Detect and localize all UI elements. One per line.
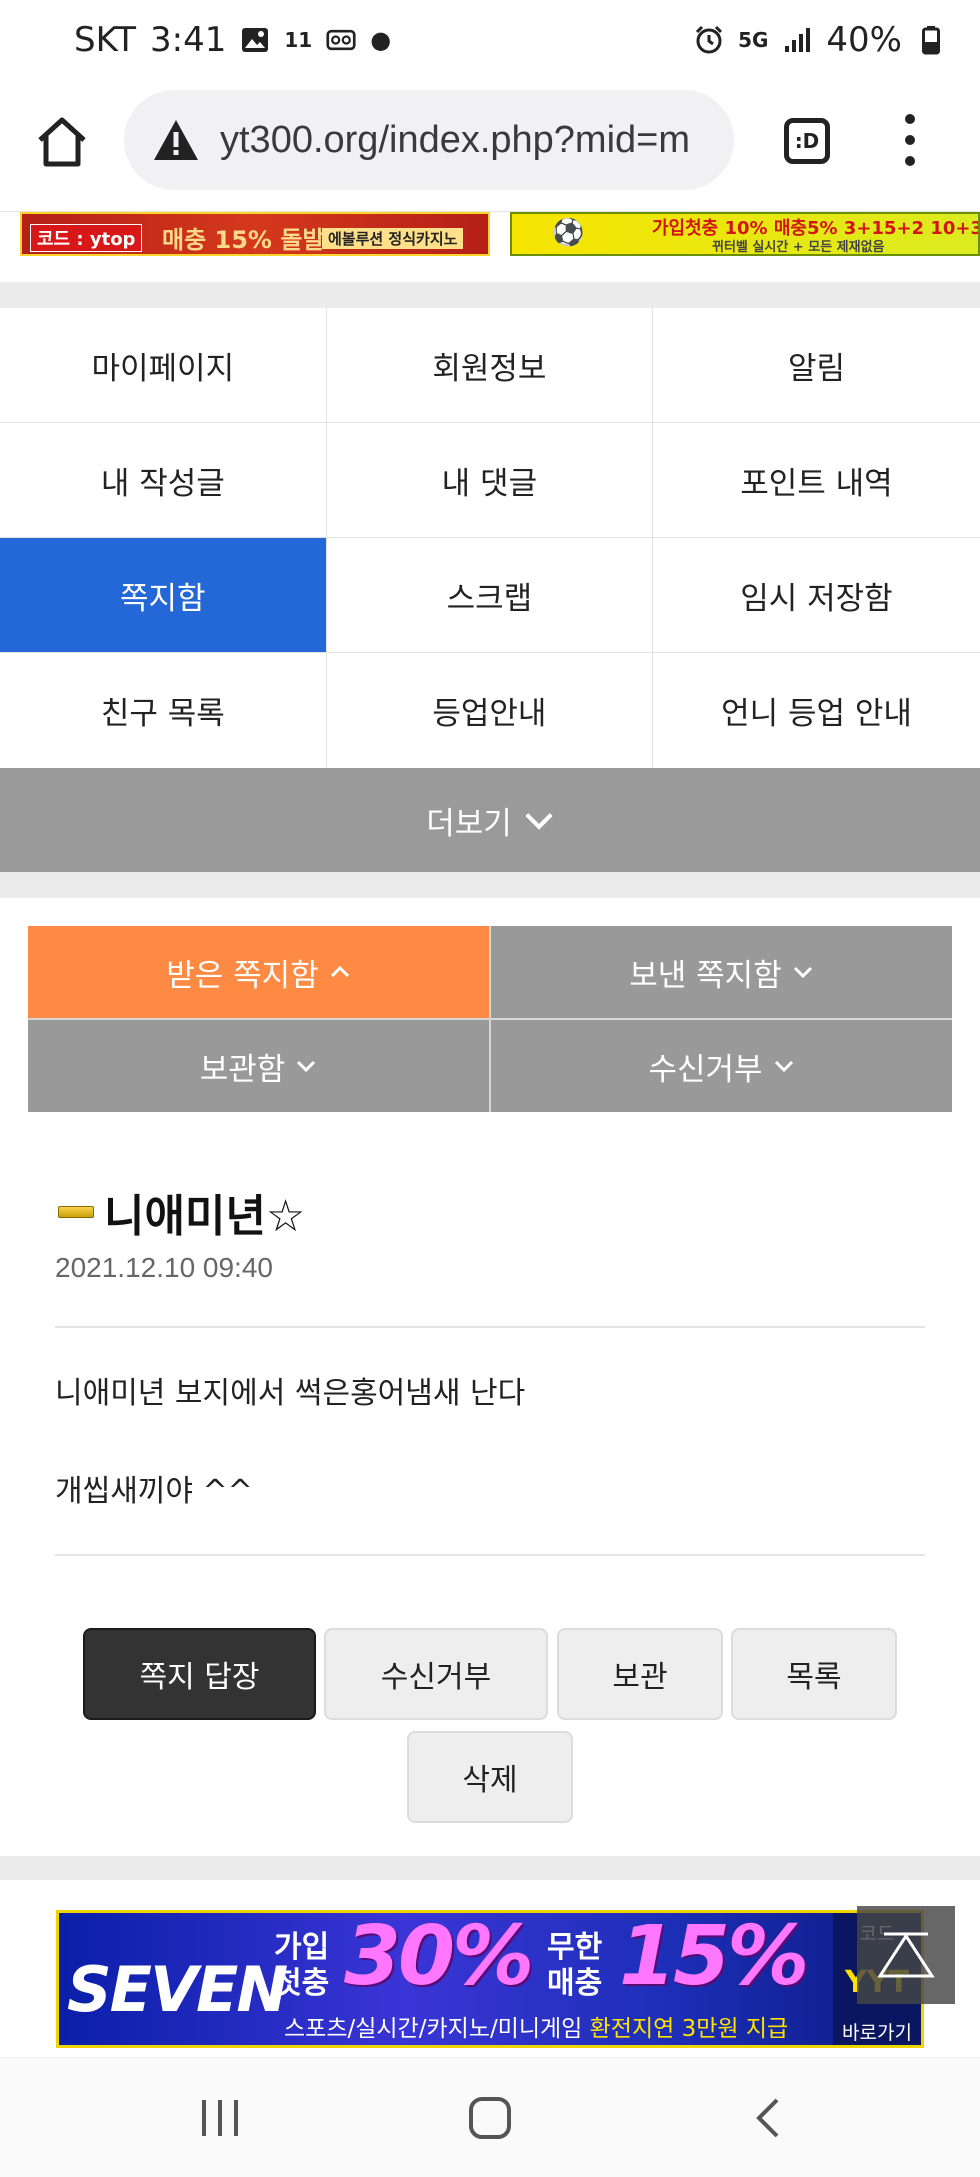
level-icon — [58, 1206, 94, 1218]
menu-item-drafts[interactable]: 임시 저장함 — [653, 538, 980, 652]
address-bar[interactable]: yt300.org/index.php?mid=m — [124, 90, 734, 190]
browser-toolbar: yt300.org/index.php?mid=m :D — [0, 84, 980, 212]
tab-blocked-label: 수신거부 — [648, 1051, 763, 1088]
status-bar: SKT 3:41 11 ● 5G 40% — [0, 0, 980, 84]
warning-icon[interactable] — [152, 118, 200, 162]
message-line: 니애미년 보지에서 썩은홍어냄새 난다 — [55, 1376, 526, 1411]
recents-icon[interactable] — [188, 2086, 252, 2150]
tab-stored[interactable]: 보관함 — [28, 1020, 489, 1112]
menu-item-member-info[interactable]: 회원정보 — [326, 308, 654, 422]
menu-item-messages[interactable]: 쪽지함 — [0, 538, 327, 652]
sender[interactable]: 니애미년☆ — [58, 1180, 305, 1244]
home-icon[interactable] — [34, 114, 90, 170]
dot-icon: ● — [370, 26, 392, 54]
bottom-banner[interactable]: SEVEN 가입 첫충 30% 무한 매충 15% 스포츠/실시간/카지노/미니… — [56, 1910, 924, 2048]
back-icon[interactable] — [736, 2086, 800, 2150]
banner-sub-right: 뀌터벨 실시간 + 모든 제재없음 — [712, 240, 885, 255]
message-body: 니애미년 보지에서 썩은홍어냄새 난다 개씹새끼야 ^^ — [55, 1370, 925, 1566]
menu-item-points[interactable]: 포인트 내역 — [653, 423, 980, 537]
banner-sub-text: 스포츠/실시간/카지노/미니게임 — [284, 2016, 583, 2042]
chevron-down-icon — [793, 966, 812, 979]
menu-row: 내 작성글 내 댓글 포인트 내역 — [0, 423, 980, 538]
tabs-button[interactable]: :D — [784, 118, 830, 164]
menu-item-scrap[interactable]: 스크랩 — [326, 538, 654, 652]
menu-item-my-comments[interactable]: 내 댓글 — [326, 423, 654, 537]
banner-pct1: 30% — [344, 1910, 534, 2004]
store-button[interactable]: 보관 — [557, 1628, 723, 1720]
banner-first: 첫충 — [274, 1966, 330, 2001]
tab-sent[interactable]: 보낸 쪽지함 — [491, 926, 952, 1018]
banner-pct2: 15% — [619, 1910, 809, 2004]
message-tabs: 받은 쪽지함 보낸 쪽지함 보관함 수신거부 — [28, 926, 952, 1112]
url-text[interactable]: yt300.org/index.php?mid=m — [220, 119, 690, 162]
system-nav-bar — [0, 2057, 980, 2177]
menu-item-sister-levelup[interactable]: 언니 등업 안내 — [653, 653, 980, 768]
more-label: 더보기 — [426, 805, 512, 842]
separator — [0, 1856, 980, 1880]
reply-button[interactable]: 쪽지 답장 — [83, 1628, 316, 1720]
sender-name[interactable]: 니애미년☆ — [104, 1180, 305, 1244]
voicemail-icon — [326, 25, 356, 55]
banner-sub-highlight: 환전지연 3만원 지급 — [589, 2016, 789, 2042]
chevron-up-icon — [330, 965, 349, 978]
banner-unlimited: 무한 — [547, 1930, 603, 1965]
triangle-up-icon — [877, 1932, 935, 1978]
message-date: 2021.12.10 09:40 — [55, 1252, 273, 1283]
separator — [0, 282, 980, 308]
more-button[interactable]: 더보기 — [0, 768, 980, 872]
banner-subtitle: 스포츠/실시간/카지노/미니게임 환전지연 3만원 지급 — [284, 2009, 788, 2043]
network-type: 5G — [738, 28, 769, 52]
chevron-down-icon — [774, 1060, 793, 1073]
carrier-label: SKT — [74, 20, 137, 60]
home-nav-icon[interactable] — [458, 2086, 522, 2150]
list-button[interactable]: 목록 — [731, 1628, 897, 1720]
banner-signup: 가입 — [274, 1930, 330, 1965]
banner-ball-icon: ⚽ — [552, 218, 585, 248]
chevron-down-icon — [525, 813, 553, 830]
delete-button[interactable]: 삭제 — [407, 1731, 573, 1823]
notification-badge: 11 — [284, 28, 313, 52]
menu-row: 마이페이지 회원정보 알림 — [0, 308, 980, 423]
brand-logo: SEVEN — [67, 1953, 288, 2026]
menu-item-friends[interactable]: 친구 목록 — [0, 653, 327, 768]
battery-percent: 40% — [826, 20, 902, 60]
gallery-icon — [240, 25, 270, 55]
tab-received-label: 받은 쪽지함 — [166, 957, 319, 994]
tab-received[interactable]: 받은 쪽지함 — [28, 926, 489, 1018]
banner-code: 코드 : ytop — [30, 224, 143, 252]
menu-item-notifications[interactable]: 알림 — [653, 308, 980, 422]
mypage-menu: 마이페이지 회원정보 알림 내 작성글 내 댓글 포인트 내역 쪽지함 스크랩 … — [0, 308, 980, 768]
signal-icon — [782, 25, 812, 55]
alarm-icon — [694, 25, 724, 55]
tab-blocked[interactable]: 수신거부 — [491, 1020, 952, 1112]
chevron-down-icon — [297, 1060, 316, 1073]
battery-icon — [916, 25, 946, 55]
menu-item-mypage[interactable]: 마이페이지 — [0, 308, 327, 422]
scroll-top-button[interactable] — [857, 1906, 955, 2004]
menu-item-my-posts[interactable]: 내 작성글 — [0, 423, 327, 537]
top-banner-right[interactable]: ⚽ 가입첫충 10% 매충5% 3+15+2 10+3 뀌터벨 실시간 + 모든… — [510, 212, 980, 256]
block-button[interactable]: 수신거부 — [324, 1628, 548, 1720]
menu-row: 쪽지함 스크랩 임시 저장함 — [0, 538, 980, 653]
separator — [0, 872, 980, 898]
banner-tag: 에볼루션 정식카지노 — [322, 228, 464, 249]
overflow-menu-icon[interactable] — [898, 114, 922, 166]
divider — [55, 1554, 925, 1556]
clock: 3:41 — [150, 20, 227, 60]
message-line: 개씹새끼야 ^^ — [55, 1474, 253, 1509]
menu-row: 친구 목록 등업안내 언니 등업 안내 — [0, 653, 980, 768]
banner-go-label: 바로가기 — [842, 2022, 912, 2044]
tab-sent-label: 보낸 쪽지함 — [629, 957, 782, 994]
banner-reload: 매충 — [547, 1966, 603, 2001]
top-banner-left[interactable]: 코드 : ytop 매충 15% 돌발20% 에볼루션 정식카지노 — [20, 212, 490, 256]
tab-stored-label: 보관함 — [199, 1051, 286, 1088]
divider — [55, 1326, 925, 1328]
menu-item-levelup-guide[interactable]: 등업안내 — [326, 653, 654, 768]
